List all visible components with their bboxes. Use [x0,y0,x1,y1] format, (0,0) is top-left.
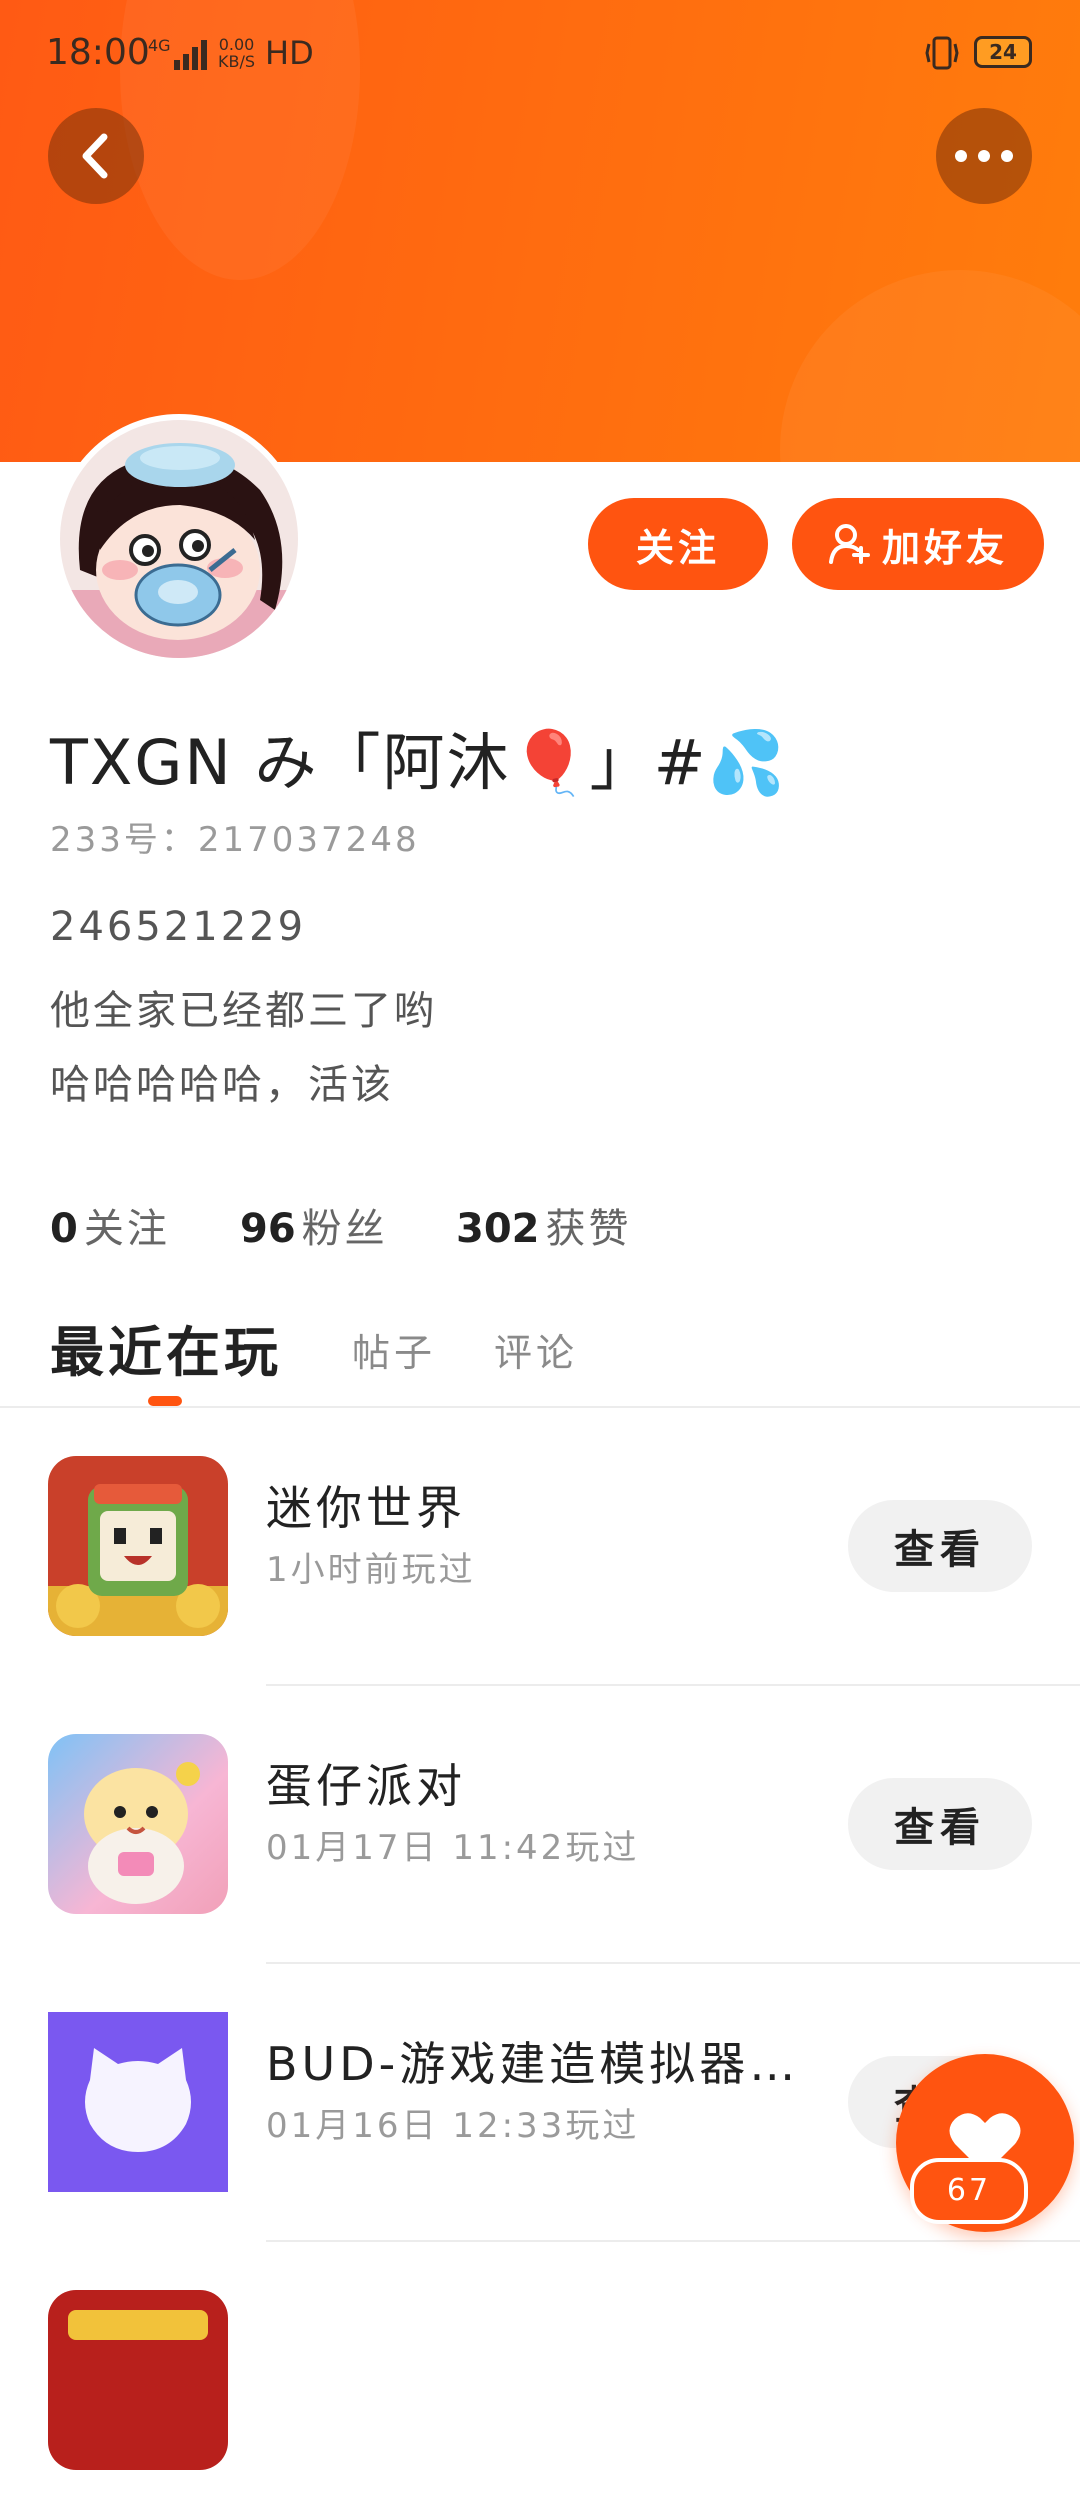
game-list-item[interactable]: 迷你世界 1小时前玩过 查看 [0,1408,1080,1686]
bio-line: 他全家已经都三了哟 [50,988,437,1034]
tab-recently-played[interactable]: 最近在玩 [50,1308,282,1387]
stat-likes[interactable]: 302 获赞 [456,1196,632,1254]
stat-label: 关注 [83,1206,170,1252]
stat-label: 获赞 [545,1206,632,1252]
more-dots-icon [955,150,1013,162]
game-title: 迷你世界 [266,1481,466,1535]
more-options-button[interactable] [936,108,1032,204]
add-friend-label: 加好友 [881,525,1008,570]
battery-icon: 24 [974,36,1032,68]
nickname: TXGN み「阿沐🎈」#💦 [50,726,787,799]
back-button[interactable] [48,108,144,204]
avatar[interactable] [54,414,304,664]
add-user-icon [828,524,870,564]
game-icon-eggy-party [48,1734,228,1914]
chevron-left-icon [82,133,108,179]
stat-value: 96 [240,1206,296,1252]
user-id: 233号：217037248 [50,820,420,860]
game-icon-bud [48,2012,228,2192]
stat-label: 粉丝 [301,1206,388,1252]
stat-value: 302 [456,1206,540,1252]
game-played-time: 1小时前玩过 [266,1550,476,1590]
view-button[interactable]: 查看 [848,1778,1032,1870]
network-type: 4G [148,36,171,55]
status-time: 18:00 [46,32,150,73]
signal-icon [170,36,210,70]
game-title: BUD-游戏建造模拟器 … [266,2037,806,2091]
like-count: 67 [910,2158,1028,2224]
banner-decoration [780,270,1080,462]
stat-following[interactable]: 0 关注 [50,1196,170,1254]
stat-value: 0 [50,1206,78,1252]
tab-indicator [148,1396,182,1406]
stat-fans[interactable]: 96 粉丝 [240,1196,388,1254]
status-bar: 18:00 4G 0.00 KB/S HD 24 [0,0,1080,108]
game-list-item[interactable]: 蛋仔派对 01月17日 11:42玩过 查看 [0,1686,1080,1964]
bio-line: 哈哈哈哈哈，活该 [50,1062,394,1108]
network-speed-unit: KB/S [218,52,256,71]
add-friend-button[interactable]: 加好友 [792,498,1044,590]
view-button[interactable]: 查看 [848,1500,1032,1592]
game-played-time: 01月17日 11:42玩过 [266,1828,640,1868]
hd-indicator: HD [265,34,314,72]
network-speed: 0.00 KB/S [218,36,255,70]
network-speed-value: 0.00 [218,35,255,54]
game-played-time: 01月16日 12:33玩过 [266,2106,640,2146]
vibrate-icon [925,36,959,70]
game-icon [48,2290,228,2470]
game-list-item[interactable] [0,2242,1080,2520]
game-title: 蛋仔派对 [266,1759,466,1813]
bio-line: 246521229 [50,904,307,950]
game-icon-mini-world [48,1456,228,1636]
follow-button-label: 关注 [635,525,720,570]
tab-comments[interactable]: 评论 [494,1322,578,1377]
tab-posts[interactable]: 帖子 [352,1322,436,1377]
follow-button[interactable]: 关注 [588,498,768,590]
avatar-image [60,420,298,658]
